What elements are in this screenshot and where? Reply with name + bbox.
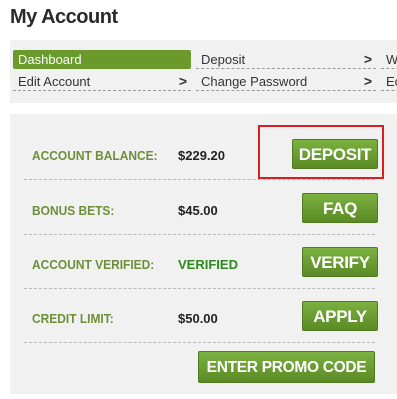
bonus-bets-value: $45.00: [178, 203, 218, 218]
nav-item-label: Deposit: [201, 52, 246, 67]
deposit-button[interactable]: DEPOSIT: [292, 139, 378, 169]
nav-row: Dashboard Deposit > W: [10, 50, 397, 69]
enter-promo-code-button[interactable]: ENTER PROMO CODE: [198, 351, 375, 383]
nav-item-change-password[interactable]: Change Password >: [196, 72, 376, 91]
nav-item-edit-account[interactable]: Edit Account >: [13, 72, 191, 91]
nav-item-label: Edit Account: [18, 74, 91, 89]
nav-row: Edit Account > Change Password > Ec: [10, 72, 397, 91]
page-title: My Account: [10, 6, 118, 28]
nav-item-deposit[interactable]: Deposit >: [196, 50, 376, 69]
account-balance-value: $229.20: [178, 148, 225, 163]
nav-item-edit[interactable]: Ec: [381, 72, 397, 91]
account-verified-status: VERIFIED: [178, 257, 238, 272]
account-verified-label: ACCOUNT VERIFIED:: [32, 257, 155, 272]
nav-item-label: Ec: [386, 74, 397, 89]
faq-button[interactable]: FAQ: [302, 193, 378, 223]
chevron-right-icon: >: [363, 51, 372, 67]
account-summary-panel: ACCOUNT BALANCE: $229.20 DEPOSIT BONUS B…: [10, 114, 397, 394]
bonus-bets-label: BONUS BETS:: [32, 203, 115, 218]
chevron-right-icon: >: [363, 73, 372, 89]
nav-item-dashboard[interactable]: Dashboard: [13, 50, 191, 69]
nav-item-label: Dashboard: [18, 52, 82, 67]
credit-limit-row: CREDIT LIMIT: $50.00 APPLY: [24, 291, 378, 343]
bonus-bets-row: BONUS BETS: $45.00 FAQ: [24, 183, 378, 235]
account-nav: Dashboard Deposit > W Edit Account > Cha…: [10, 40, 397, 103]
nav-item-withdraw[interactable]: W: [381, 50, 397, 69]
account-balance-label: ACCOUNT BALANCE:: [32, 148, 158, 163]
credit-limit-value: $50.00: [178, 311, 218, 326]
verify-button[interactable]: VERIFY: [302, 247, 378, 277]
account-balance-row: ACCOUNT BALANCE: $229.20 DEPOSIT: [24, 128, 378, 180]
apply-button[interactable]: APPLY: [302, 301, 378, 331]
credit-limit-label: CREDIT LIMIT:: [32, 311, 114, 326]
nav-item-label: W: [386, 52, 397, 67]
chevron-right-icon: >: [178, 73, 187, 89]
account-verified-row: ACCOUNT VERIFIED: VERIFIED VERIFY: [24, 237, 378, 289]
nav-item-label: Change Password: [201, 74, 308, 89]
